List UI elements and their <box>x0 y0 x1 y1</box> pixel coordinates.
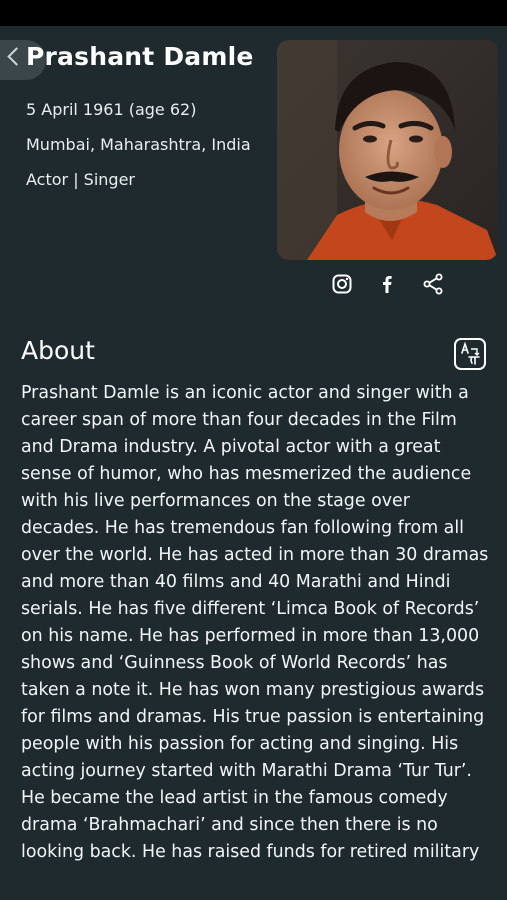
profession: Actor | Singer <box>26 170 135 189</box>
chevron-left-icon <box>7 47 26 66</box>
birth-date: 5 April 1961 (age 62) <box>26 100 197 119</box>
share-icon[interactable] <box>421 272 445 296</box>
about-description: Prashant Damle is an iconic actor and si… <box>21 383 489 862</box>
translate-icon <box>461 341 480 365</box>
birth-place: Mumbai, Maharashtra, India <box>26 135 251 154</box>
facebook-icon[interactable] <box>375 272 399 296</box>
instagram-icon[interactable] <box>330 272 354 296</box>
profile-photo <box>277 40 498 260</box>
profile-name: Prashant Damle <box>26 42 254 71</box>
status-bar <box>0 0 507 26</box>
about-heading: About <box>21 336 95 365</box>
translate-button[interactable] <box>454 338 486 370</box>
social-links <box>330 272 450 298</box>
